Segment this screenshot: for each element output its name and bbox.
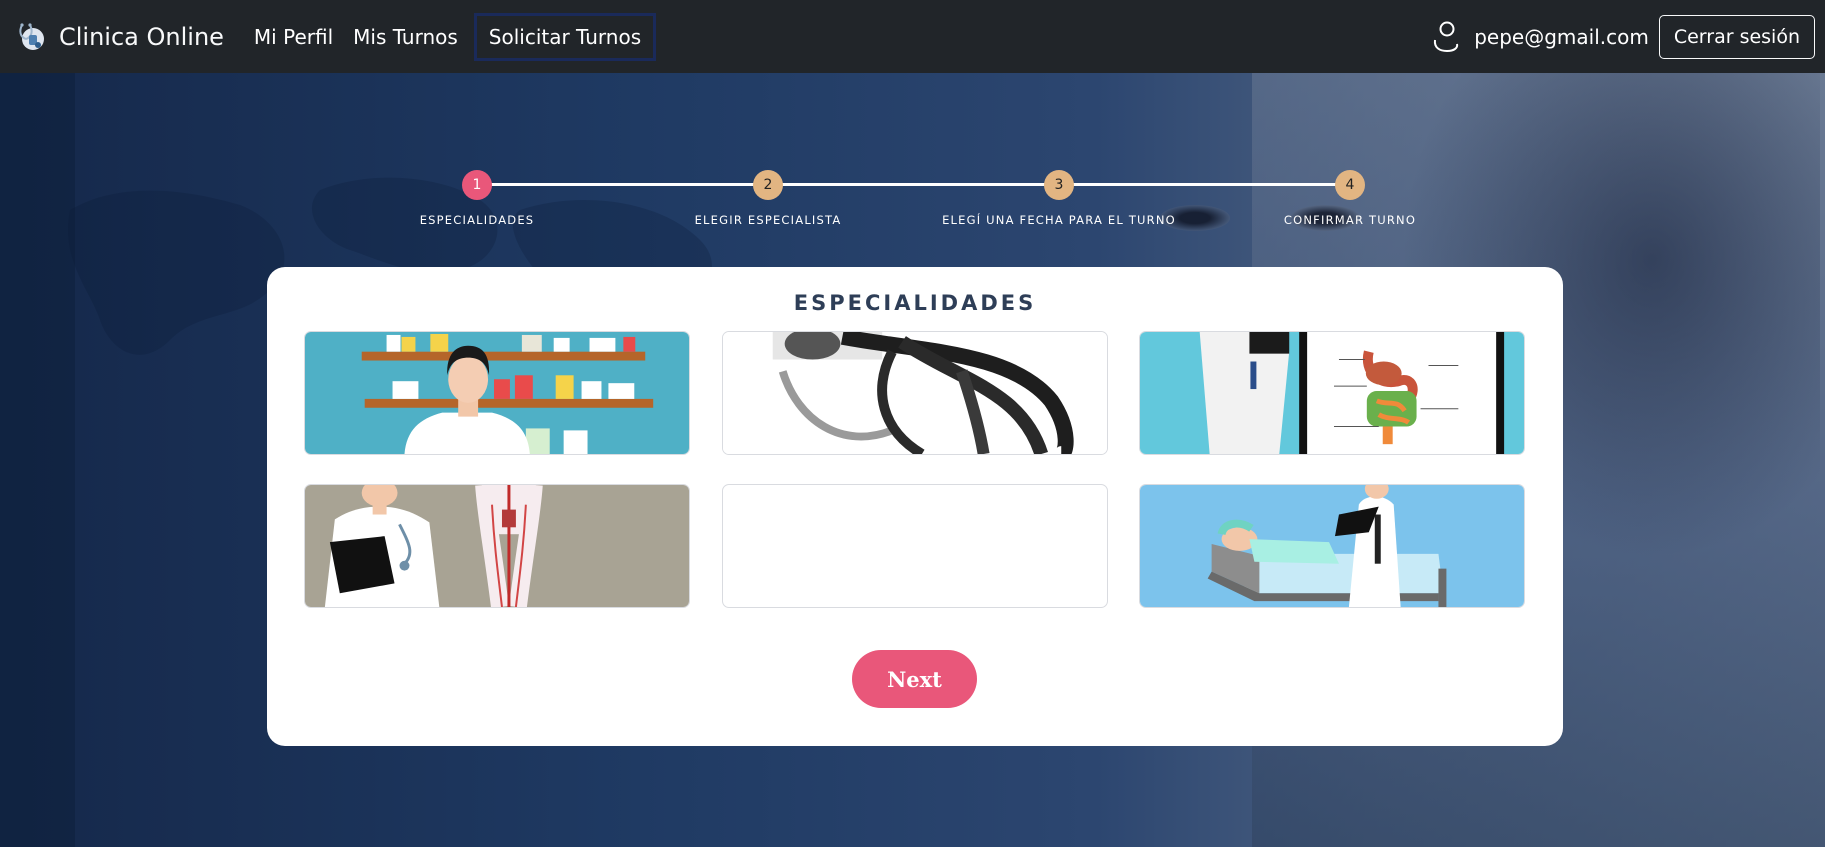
step-3-dot[interactable]: 3 xyxy=(1044,170,1074,200)
doctor-anatomy-image xyxy=(305,485,689,607)
specialty-tile-internal-medicine[interactable] xyxy=(304,484,690,608)
card-title: ESPECIALIDADES xyxy=(793,291,1037,315)
step-4-dot[interactable]: 4 xyxy=(1335,170,1365,200)
stethoscope-image xyxy=(723,332,1107,454)
specialty-tile-blank[interactable] xyxy=(722,484,1108,608)
specialty-tile-gastroenterology[interactable] xyxy=(1139,331,1525,455)
step-3-label: ELEGÍ UNA FECHA PARA EL TURNO xyxy=(942,213,1176,227)
specialty-tile-pharmacy[interactable] xyxy=(304,331,690,455)
patient-bed-image xyxy=(1140,485,1524,607)
step-1-label: ESPECIALIDADES xyxy=(419,213,535,227)
specialties-card: ESPECIALIDADES Next xyxy=(267,267,1563,746)
specialty-tile-hospitalization[interactable] xyxy=(1139,484,1525,608)
progress-stepper: 1 2 3 4 ESPECIALIDADES ELEGIR ESPECIALIS… xyxy=(0,0,1825,240)
step-2-label: ELEGIR ESPECIALISTA xyxy=(694,213,842,227)
step-1-dot[interactable]: 1 xyxy=(462,170,492,200)
gastro-diagram-image xyxy=(1140,332,1524,454)
stepper-line xyxy=(477,183,1350,186)
pharmacist-image xyxy=(305,332,689,454)
next-button[interactable]: Next xyxy=(852,650,977,708)
specialty-tile-cardiology[interactable] xyxy=(722,331,1108,455)
step-4-label: CONFIRMAR TURNO xyxy=(1283,213,1417,227)
step-2-dot[interactable]: 2 xyxy=(753,170,783,200)
